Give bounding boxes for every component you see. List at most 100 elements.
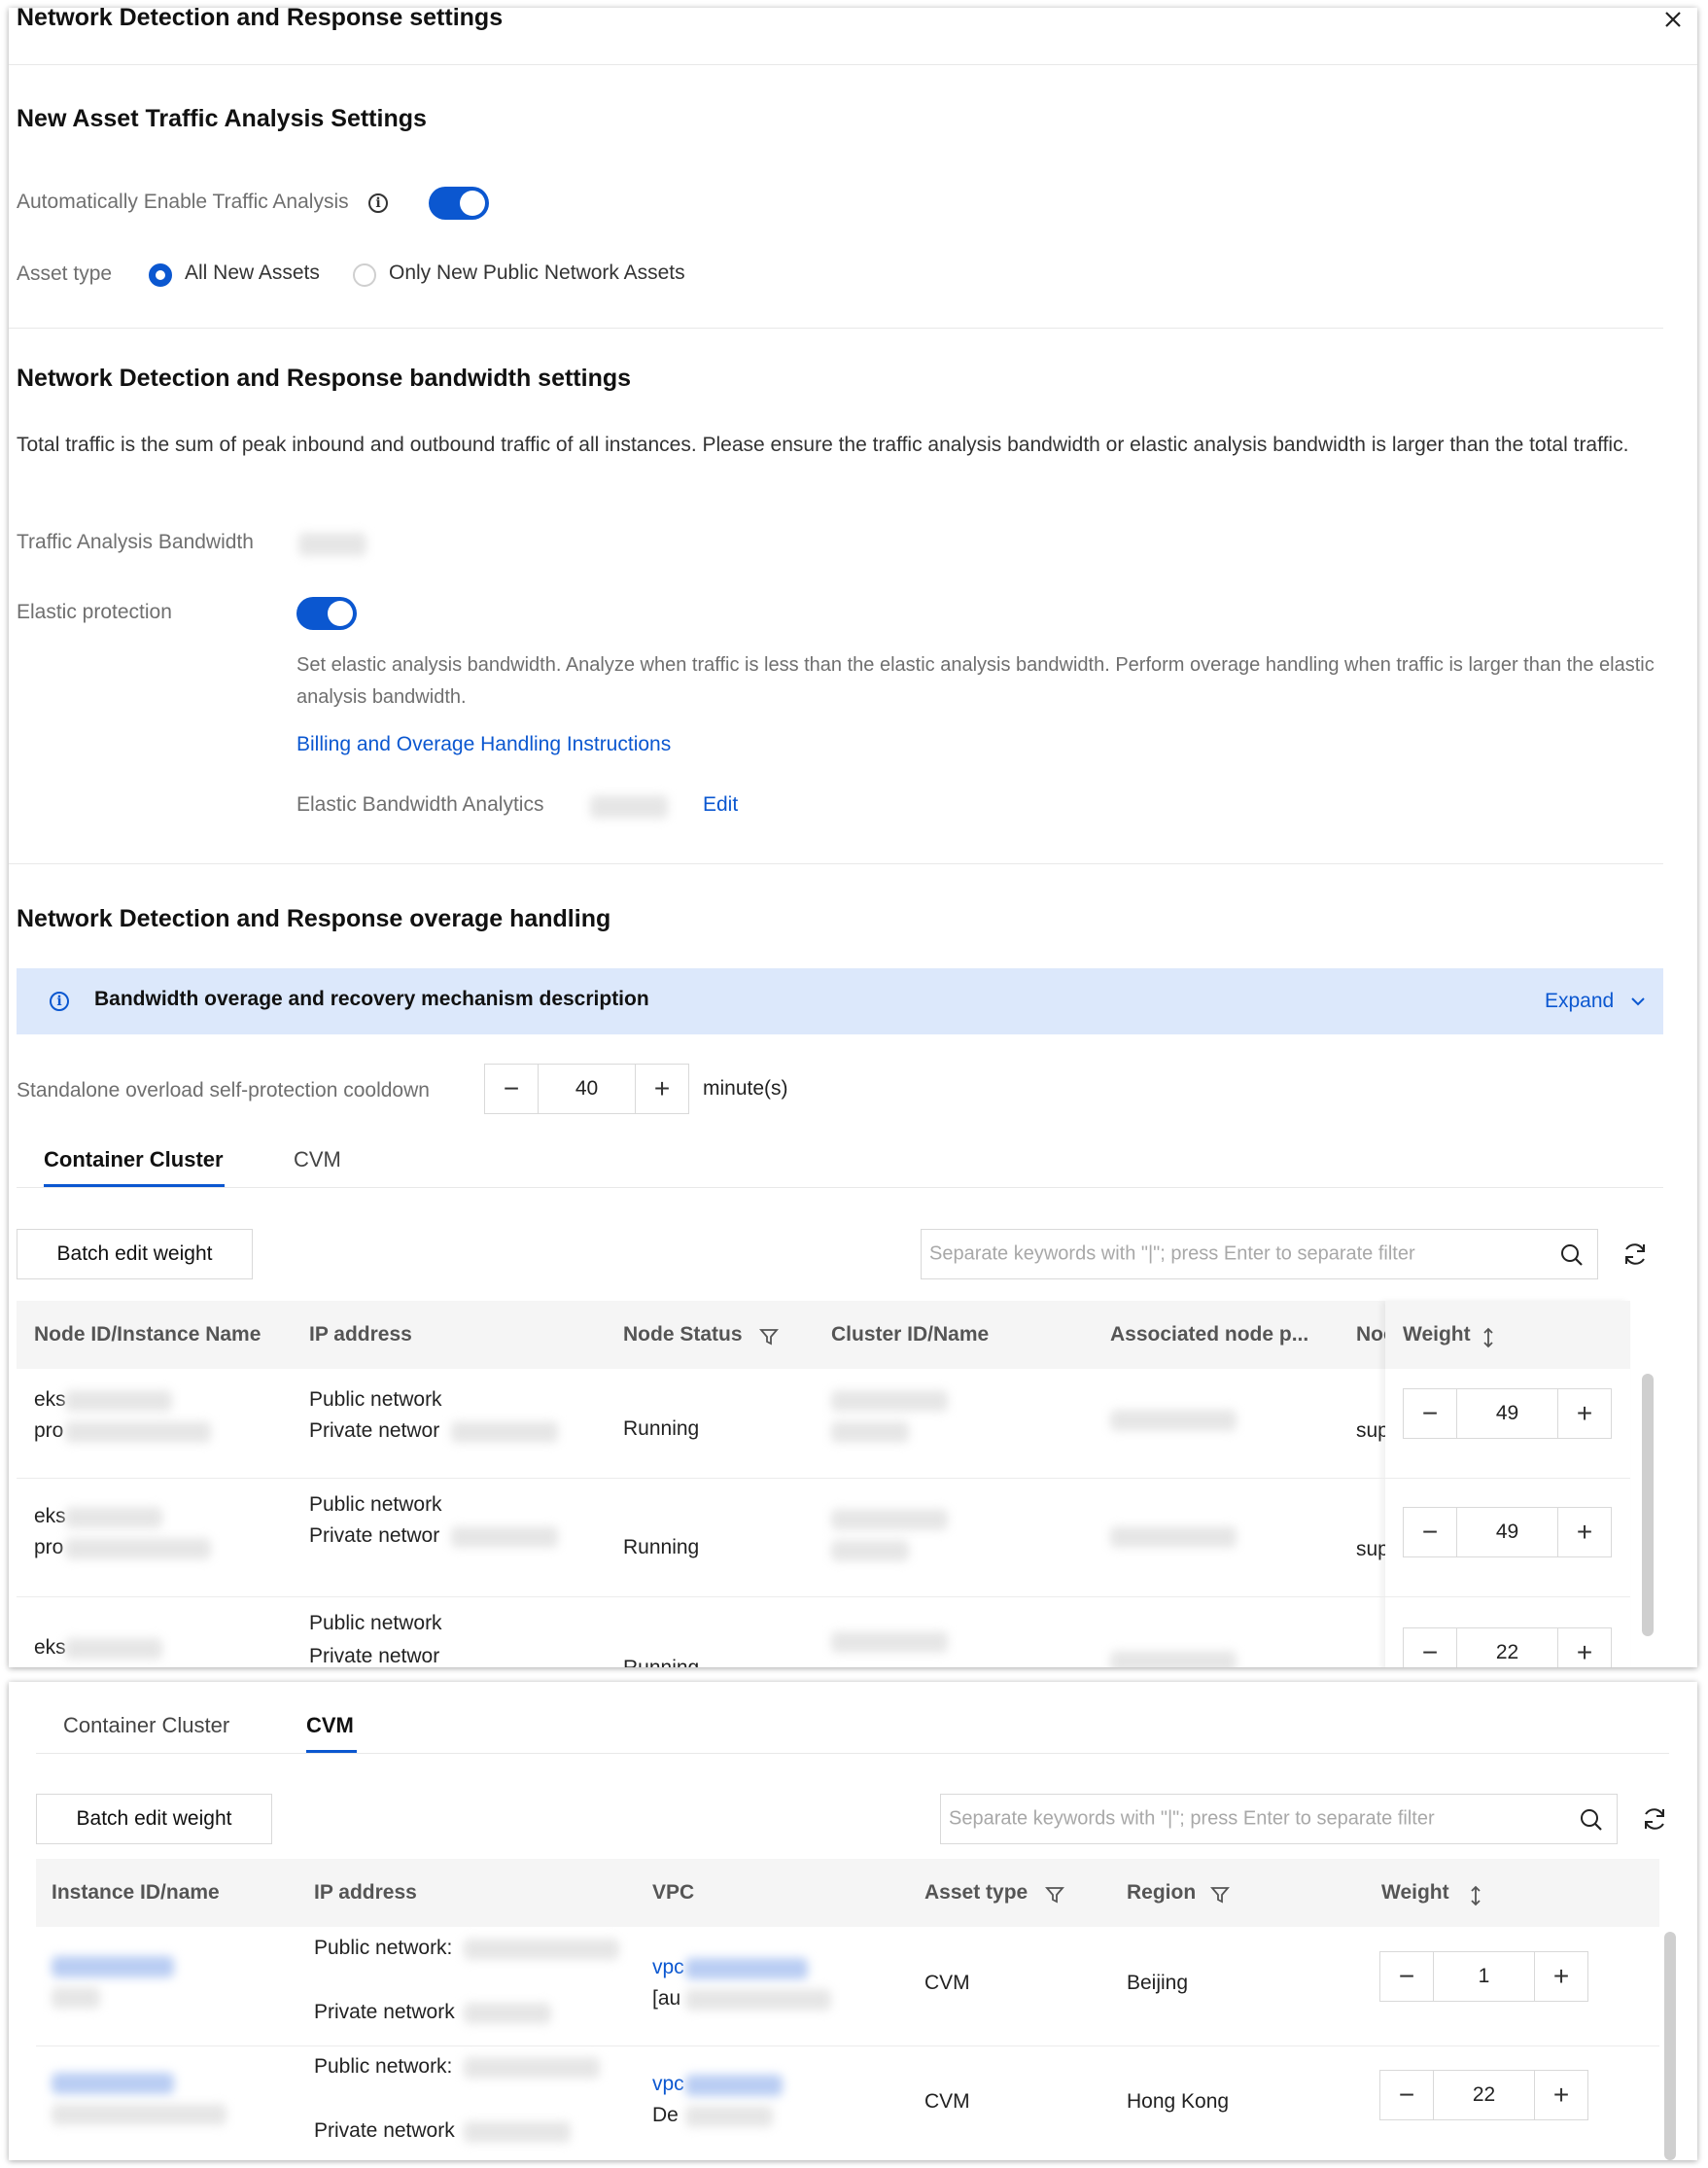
batch-edit-weight-button[interactable]: Batch edit weight — [36, 1794, 272, 1844]
cell-node-sup: sup — [1356, 1419, 1385, 1442]
redacted-value — [52, 2104, 227, 2125]
radio-all-new-assets[interactable] — [149, 263, 172, 287]
decrement-button[interactable]: − — [1404, 1508, 1456, 1556]
cell-private-ip: Private networ — [309, 1524, 440, 1547]
redacted-value — [1110, 1410, 1237, 1431]
info-icon: i — [50, 992, 69, 1011]
redacted-value — [65, 1507, 162, 1528]
edit-link[interactable]: Edit — [703, 793, 738, 817]
weight-value[interactable]: 49 — [1456, 1389, 1558, 1438]
col-vpc: VPC — [652, 1881, 695, 1904]
info-icon[interactable]: i — [368, 193, 388, 213]
elastic-description: Set elastic analysis bandwidth. Analyze … — [296, 654, 1655, 708]
refresh-icon[interactable] — [1641, 1805, 1668, 1833]
bandwidth-heading: Network Detection and Response bandwidth… — [17, 365, 632, 392]
tab-cvm[interactable]: CVM — [306, 1713, 354, 1738]
col-node: Noc — [1356, 1323, 1385, 1346]
elastic-protection-toggle[interactable] — [296, 597, 357, 630]
redacted-value — [65, 1638, 162, 1660]
cell-vpc-name: [au — [652, 1987, 681, 2010]
increment-button[interactable]: + — [1558, 1508, 1611, 1556]
chevron-down-icon[interactable] — [1630, 996, 1646, 1007]
row-divider — [17, 1596, 1630, 1597]
tab-container-cluster[interactable]: Container Cluster — [44, 1147, 224, 1172]
cell-node-id: eks — [34, 1388, 66, 1411]
sort-icon[interactable] — [1481, 1327, 1495, 1348]
redacted-value — [464, 2121, 571, 2143]
search-input[interactable]: Separate keywords with "|"; press Enter … — [921, 1229, 1598, 1279]
scrollbar-thumb[interactable] — [1664, 1932, 1676, 2160]
cell-vpc-name: De — [652, 2104, 679, 2126]
filter-icon[interactable] — [1210, 1885, 1230, 1905]
col-weight: Weight — [1403, 1323, 1471, 1346]
col-node-id: Node ID/Instance Name — [34, 1323, 261, 1346]
banner-text: Bandwidth overage and recovery mechanism… — [94, 988, 649, 1010]
refresh-icon[interactable] — [1621, 1241, 1649, 1268]
overage-banner: i Bandwidth overage and recovery mechani… — [17, 968, 1663, 1034]
col-region: Region — [1127, 1881, 1197, 1904]
cell-node-name: pro — [34, 1419, 64, 1442]
increment-button[interactable]: + — [636, 1065, 688, 1113]
weight-value[interactable]: 22 — [1433, 2071, 1535, 2119]
instance-id-link[interactable] — [52, 2073, 174, 2094]
increment-button[interactable]: + — [1535, 1952, 1587, 2001]
elastic-analytics-value — [590, 795, 668, 819]
decrement-button[interactable]: − — [1380, 1952, 1433, 2001]
settings-dialog: Network Detection and Response settings … — [9, 8, 1697, 1667]
redacted-value — [451, 1421, 558, 1443]
tab-container-cluster[interactable]: Container Cluster — [63, 1713, 229, 1738]
decrement-button[interactable]: − — [1404, 1628, 1456, 1667]
cooldown-unit: minute(s) — [703, 1077, 788, 1100]
increment-button[interactable]: + — [1558, 1628, 1611, 1667]
weight-value[interactable]: 49 — [1456, 1508, 1558, 1556]
search-placeholder: Separate keywords with "|"; press Enter … — [929, 1242, 1415, 1265]
traffic-bandwidth-label: Traffic Analysis Bandwidth — [17, 531, 254, 553]
instance-id-link[interactable] — [52, 1956, 174, 1977]
redacted-value — [65, 1538, 211, 1559]
auto-enable-toggle[interactable] — [429, 187, 489, 220]
redacted-value — [831, 1540, 909, 1561]
increment-button[interactable]: + — [1558, 1389, 1611, 1438]
billing-instructions-link[interactable]: Billing and Overage Handling Instruction… — [296, 733, 671, 756]
redacted-value — [831, 1390, 948, 1412]
cell-private-ip: Private network — [314, 2119, 455, 2142]
cooldown-stepper[interactable]: − 40 + — [484, 1064, 689, 1114]
scrollbar-thumb[interactable] — [1642, 1374, 1654, 1636]
cell-node-sup: sup — [1356, 1538, 1385, 1560]
cell-public-ip: Public network: — [314, 1937, 453, 1959]
search-icon[interactable] — [1559, 1242, 1585, 1268]
sort-icon[interactable] — [1469, 1885, 1482, 1906]
radio-only-public-assets[interactable] — [353, 263, 376, 287]
cooldown-value[interactable]: 40 — [538, 1065, 636, 1113]
filter-icon[interactable] — [1045, 1885, 1064, 1905]
search-icon[interactable] — [1579, 1807, 1604, 1833]
close-icon[interactable] — [1661, 8, 1685, 31]
col-cluster-id: Cluster ID/Name — [831, 1323, 990, 1346]
weight-stepper[interactable]: − 22 + — [1403, 1627, 1612, 1667]
cell-node-status: Running — [623, 1417, 700, 1440]
redacted-value — [65, 1390, 172, 1412]
cell-public-ip: Public network: — [314, 2055, 453, 2078]
decrement-button[interactable]: − — [485, 1065, 538, 1113]
cell-vpc-link[interactable]: vpc — [652, 2073, 684, 2096]
weight-value[interactable]: 22 — [1456, 1628, 1558, 1667]
filter-icon[interactable] — [759, 1327, 779, 1346]
expand-link[interactable]: Expand — [1545, 990, 1614, 1013]
redacted-value — [685, 1958, 808, 1979]
weight-stepper[interactable]: − 49 + — [1403, 1507, 1612, 1557]
increment-button[interactable]: + — [1535, 2071, 1587, 2119]
cell-private-ip: Private networ — [309, 1419, 440, 1442]
radio-only-public-assets-label[interactable]: Only New Public Network Assets — [389, 256, 685, 290]
weight-stepper[interactable]: − 22 + — [1379, 2070, 1588, 2120]
cell-vpc-link[interactable]: vpc — [652, 1956, 684, 1979]
batch-edit-weight-button[interactable]: Batch edit weight — [17, 1229, 253, 1279]
search-input[interactable]: Separate keywords with "|"; press Enter … — [940, 1794, 1618, 1844]
weight-value[interactable]: 1 — [1433, 1952, 1535, 2001]
decrement-button[interactable]: − — [1404, 1389, 1456, 1438]
weight-stepper[interactable]: − 1 + — [1379, 1951, 1588, 2002]
tab-cvm[interactable]: CVM — [294, 1147, 341, 1172]
weight-stepper[interactable]: − 49 + — [1403, 1388, 1612, 1439]
decrement-button[interactable]: − — [1380, 2071, 1433, 2119]
radio-all-new-assets-label[interactable]: All New Assets — [185, 256, 320, 290]
cell-region: Beijing — [1127, 1972, 1189, 1994]
